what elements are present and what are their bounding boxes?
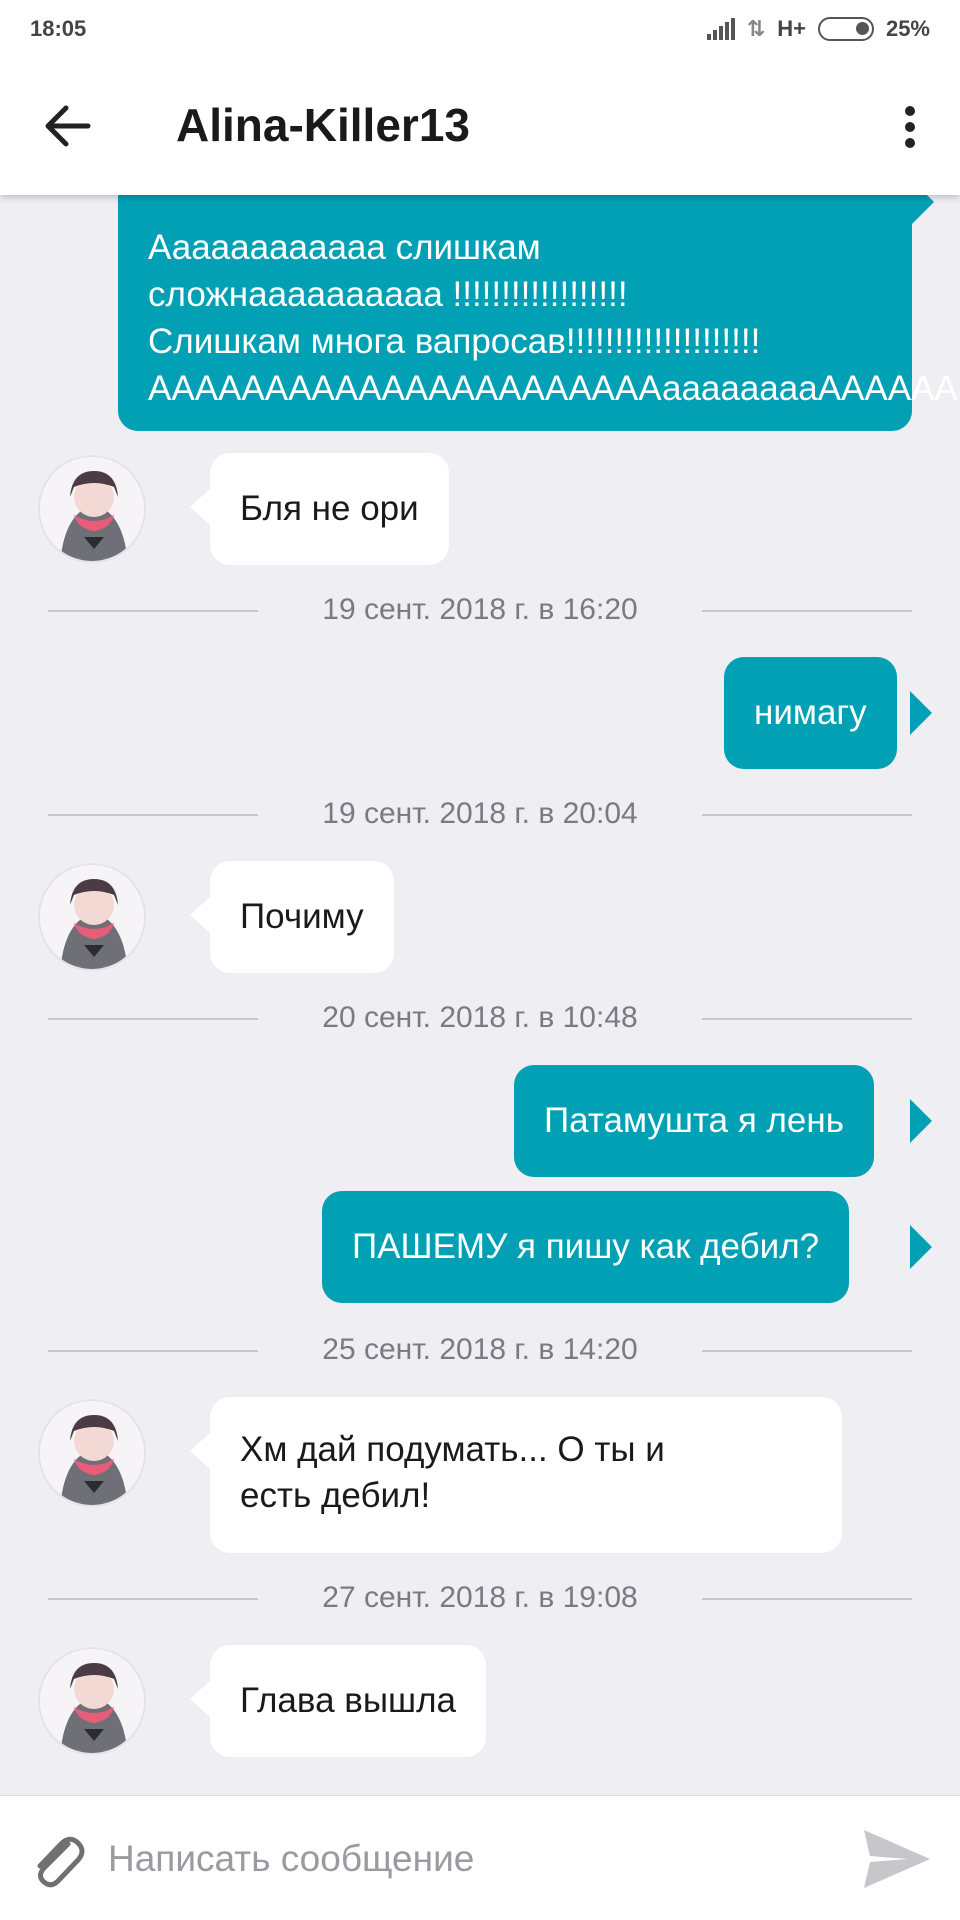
more-vert-icon xyxy=(890,106,930,148)
bubble-tail xyxy=(912,195,934,224)
message-composer xyxy=(0,1795,960,1920)
message-text: Бля не ори xyxy=(240,489,419,528)
chat-screen: 18:05 ⇅ H+ 25% Alina-Killer13 Аааааааааа… xyxy=(0,0,960,1920)
bubble-tail xyxy=(190,1679,212,1719)
bubble-tail xyxy=(190,487,212,527)
attach-button[interactable] xyxy=(24,1826,90,1892)
avatar-image xyxy=(40,1649,144,1753)
status-bar: 18:05 ⇅ H+ 25% xyxy=(0,0,960,60)
message-text: Патамушта я лень xyxy=(544,1101,844,1140)
divider xyxy=(702,1018,912,1020)
attach-icon xyxy=(37,1836,85,1888)
send-icon xyxy=(864,1830,930,1888)
date-separator: 25 сент. 2018 г. в 14:20 xyxy=(48,1331,912,1371)
chat-toolbar: Alina-Killer13 xyxy=(0,60,960,195)
divider xyxy=(702,610,912,612)
date-separator: 27 сент. 2018 г. в 19:08 xyxy=(48,1579,912,1619)
message-text: нимагу xyxy=(754,693,867,732)
message-bubble-incoming[interactable]: Глава вышла xyxy=(210,1645,486,1757)
data-transfer-icon: ⇅ xyxy=(746,16,766,41)
message-bubble-incoming[interactable]: Хм дай подумать... О ты и есть дебил! xyxy=(210,1397,842,1553)
divider xyxy=(702,1350,912,1352)
bubble-tail xyxy=(910,691,932,735)
avatar-image xyxy=(40,865,144,969)
message-bubble-outgoing[interactable]: ПАШЕМУ я пишу как дебил? xyxy=(322,1191,850,1303)
date-separator: 19 сент. 2018 г. в 16:20 xyxy=(48,591,912,631)
signal-icon xyxy=(706,18,735,40)
back-button[interactable] xyxy=(40,98,96,154)
message-text: Глава вышла xyxy=(240,1681,456,1720)
message-text: ПАШЕМУ я пишу как дебил? xyxy=(352,1227,820,1266)
message-input[interactable] xyxy=(108,1826,808,1892)
avatar[interactable] xyxy=(38,863,146,971)
message-bubble-incoming[interactable]: Почиму xyxy=(210,861,394,973)
message-text: Почиму xyxy=(240,897,364,936)
bubble-tail xyxy=(910,1225,932,1269)
avatar[interactable] xyxy=(38,1399,146,1507)
battery-level: 25% xyxy=(885,16,930,41)
avatar-image xyxy=(40,457,144,561)
date-separator: 20 сент. 2018 г. в 10:48 xyxy=(48,999,912,1039)
avatar-image xyxy=(40,1401,144,1505)
divider xyxy=(702,1598,912,1600)
more-options-button[interactable] xyxy=(890,102,930,156)
status-time: 18:05 xyxy=(30,16,87,41)
chat-title[interactable]: Alina-Killer13 xyxy=(176,98,470,152)
message-list[interactable]: Аааааааааааа слишкам сложнаааааааааа !!!… xyxy=(0,195,960,1795)
message-text: Хм дай подумать... О ты и есть дебил! xyxy=(240,1430,665,1515)
network-type: H+ xyxy=(777,16,806,41)
avatar[interactable] xyxy=(38,455,146,563)
battery-icon xyxy=(817,17,874,41)
status-indicators: ⇅ H+ 25% xyxy=(706,16,930,42)
message-bubble-outgoing[interactable]: Патамушта я лень xyxy=(514,1065,874,1177)
message-bubble-outgoing[interactable]: нимагу xyxy=(724,657,897,769)
send-button[interactable] xyxy=(860,1826,934,1892)
date-separator: 19 сент. 2018 г. в 20:04 xyxy=(48,795,912,835)
avatar[interactable] xyxy=(38,1647,146,1755)
message-text: Аааааааааааа слишкам сложнаааааааааа !!!… xyxy=(148,228,960,408)
message-bubble-incoming[interactable]: Бля не ори xyxy=(210,453,449,565)
bubble-tail xyxy=(190,1431,212,1471)
back-arrow-icon xyxy=(45,105,91,147)
bubble-tail xyxy=(910,1099,932,1143)
bubble-tail xyxy=(190,895,212,935)
message-bubble-outgoing[interactable]: Аааааааааааа слишкам сложнаааааааааа !!!… xyxy=(118,195,960,431)
divider xyxy=(702,814,912,816)
